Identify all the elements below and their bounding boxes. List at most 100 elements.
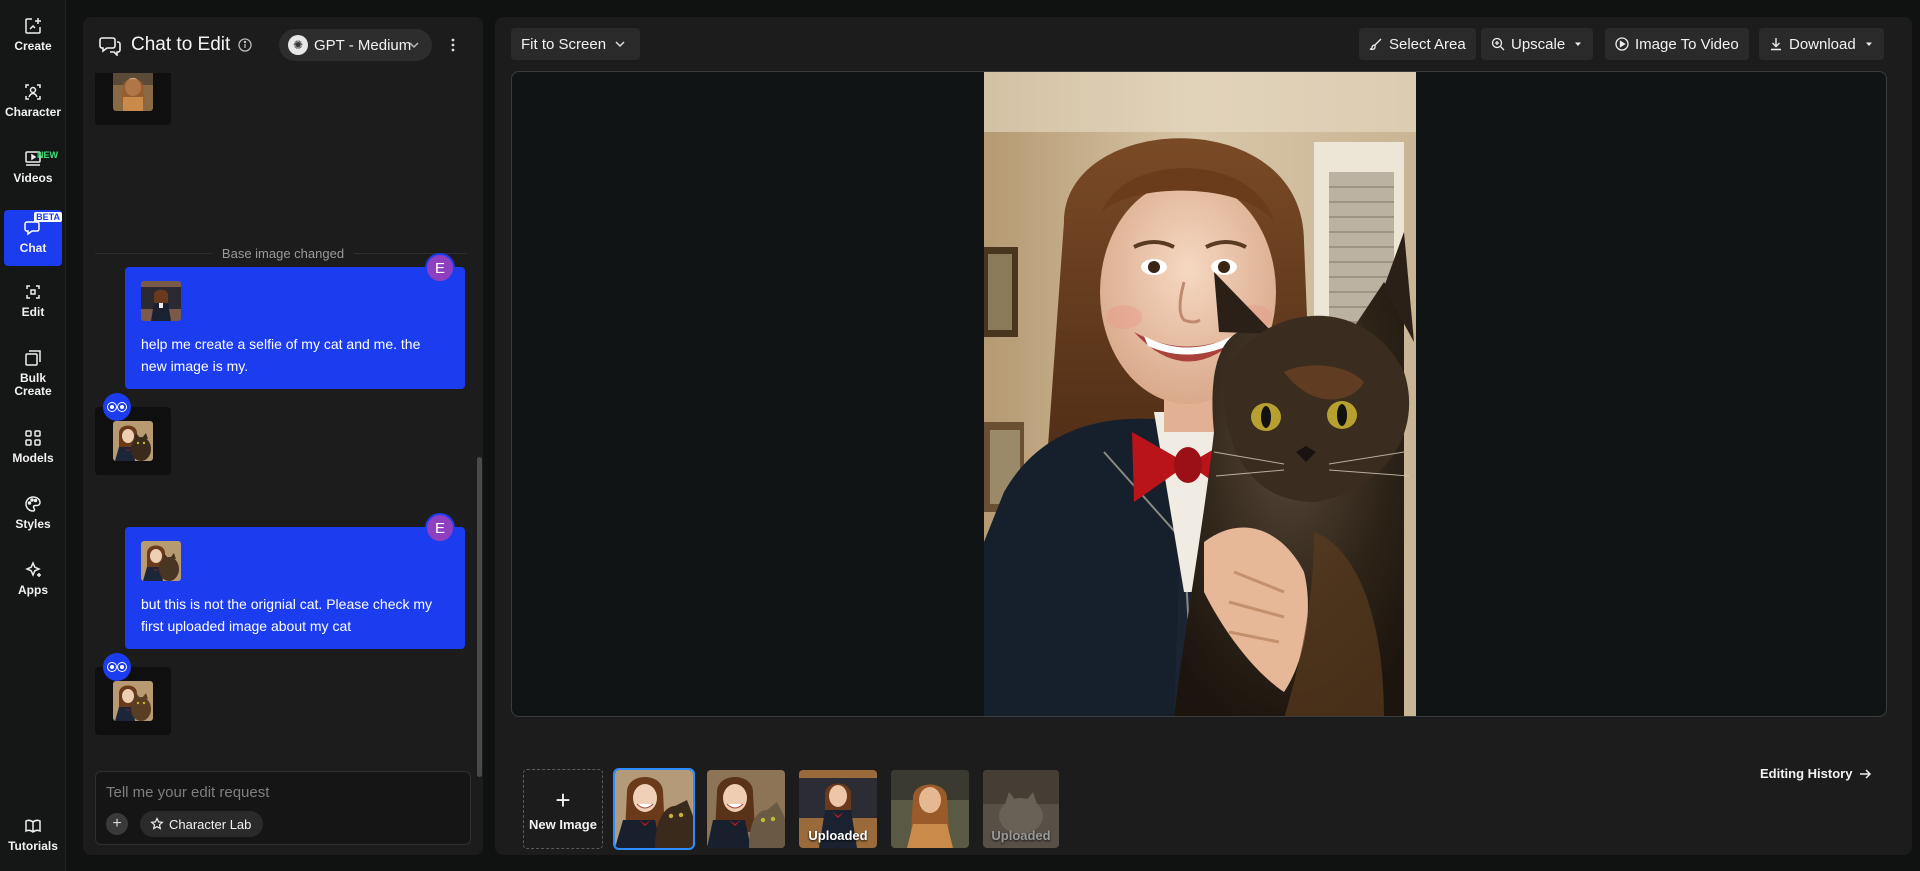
upscale-label: Upscale xyxy=(1511,35,1566,53)
bot-result-thumbnail[interactable] xyxy=(95,667,171,735)
uploaded-label: Uploaded xyxy=(808,828,868,843)
rail-chat[interactable]: BETA Chat xyxy=(4,210,62,266)
bulk-create-icon xyxy=(25,350,41,366)
selfie-girl-with-cat-image xyxy=(984,72,1416,716)
history-thumbnail[interactable] xyxy=(707,770,785,848)
brush-icon xyxy=(1369,38,1382,51)
new-image-button[interactable]: + New Image xyxy=(523,769,603,849)
rail-styles[interactable]: Styles xyxy=(4,494,62,531)
sparkle-icon xyxy=(25,561,41,577)
beta-badge: BETA xyxy=(34,212,62,222)
edit-request-input[interactable] xyxy=(106,782,456,802)
rail-edit-label: Edit xyxy=(21,305,45,319)
user-avatar: E xyxy=(425,513,455,543)
rail-apps-label: Apps xyxy=(18,583,48,597)
history-thumbnail-selected[interactable] xyxy=(613,768,695,850)
chat-input-box: + Character Lab xyxy=(95,771,471,845)
openai-logo-icon: ✺ xyxy=(288,35,308,55)
attached-image[interactable] xyxy=(141,541,181,581)
model-select[interactable]: ✺ GPT - Medium xyxy=(279,29,432,61)
chat-bubbles-icon xyxy=(99,37,121,56)
rail-models-label: Models xyxy=(12,451,54,465)
rail-apps[interactable]: Apps xyxy=(4,560,62,597)
uploaded-label: Uploaded xyxy=(991,828,1051,843)
zoom-in-icon xyxy=(1491,37,1505,51)
rail-videos[interactable]: NEW Videos xyxy=(4,148,62,185)
fit-to-screen-dropdown[interactable]: Fit to Screen xyxy=(511,28,641,60)
play-circle-icon xyxy=(1615,37,1629,51)
chat-panel: Chat to Edit ✺ GPT - Medium Base image c… xyxy=(83,17,483,855)
plus-icon: + xyxy=(112,815,122,832)
chat-header: Chat to Edit ✺ GPT - Medium xyxy=(83,17,483,73)
chevron-down-icon xyxy=(409,42,419,49)
fit-to-screen-label: Fit to Screen xyxy=(521,35,607,53)
rail-tutorials[interactable]: Tutorials xyxy=(4,816,62,853)
caret-down-icon xyxy=(1575,42,1582,46)
select-area-label: Select Area xyxy=(1389,35,1466,53)
arrow-right-icon xyxy=(1860,768,1872,779)
result-image xyxy=(113,421,153,461)
history-thumbnail[interactable] xyxy=(891,770,969,848)
user-message-text: but this is not the orignial cat. Please… xyxy=(141,596,433,634)
caret-down-icon xyxy=(1865,42,1872,46)
rail-chat-label: Chat xyxy=(19,241,47,255)
image-history-strip: + New Image Uploaded Uploaded Editing Hi… xyxy=(495,733,1912,850)
character-lab-label: Character Lab xyxy=(169,816,252,832)
editor-panel: Fit to Screen Select Area Upscale Image … xyxy=(495,17,1912,855)
rail-models[interactable]: Models xyxy=(4,428,62,465)
image-to-video-button[interactable]: Image To Video xyxy=(1605,28,1749,60)
more-options-icon[interactable] xyxy=(445,37,461,53)
bot-result-thumbnail[interactable] xyxy=(95,73,171,125)
rail-create-label: Create xyxy=(14,39,52,53)
result-image xyxy=(113,73,153,111)
chat-title: Chat to Edit xyxy=(131,34,231,55)
rail-bulk-create[interactable]: Bulk Create xyxy=(4,348,62,398)
edit-icon xyxy=(26,285,40,299)
bot-result-thumbnail[interactable] xyxy=(95,407,171,475)
new-badge: NEW xyxy=(37,150,58,160)
tutorials-icon xyxy=(25,819,41,833)
history-thumbnail-uploaded[interactable]: Uploaded xyxy=(983,770,1059,848)
download-icon xyxy=(1771,38,1781,51)
rail-videos-label: Videos xyxy=(13,171,53,185)
character-lab-button[interactable]: Character Lab xyxy=(140,811,264,837)
editing-history-link[interactable]: Editing History xyxy=(1760,766,1872,781)
model-select-label: GPT - Medium xyxy=(314,36,412,54)
upscale-dropdown[interactable]: Upscale xyxy=(1481,28,1594,60)
attached-image[interactable] xyxy=(141,281,181,321)
download-label: Download xyxy=(1789,35,1856,53)
chat-scrollbar[interactable] xyxy=(477,457,482,777)
palette-icon xyxy=(25,496,41,512)
history-thumbnail-uploaded[interactable]: Uploaded xyxy=(799,770,877,848)
app-root: Create Character NEW Videos BETA Chat Ed… xyxy=(0,0,1920,871)
new-image-label: New Image xyxy=(529,816,597,832)
rail-tutorials-label: Tutorials xyxy=(8,839,58,853)
image-to-video-label: Image To Video xyxy=(1635,35,1739,53)
left-rail: Create Character NEW Videos BETA Chat Ed… xyxy=(0,0,66,871)
rail-styles-label: Styles xyxy=(15,517,51,531)
base-image-changed-note: Base image changed xyxy=(83,246,483,261)
rail-edit[interactable]: Edit xyxy=(4,282,62,319)
info-icon[interactable] xyxy=(237,37,253,53)
character-icon xyxy=(25,84,41,100)
rail-character[interactable]: Character xyxy=(4,82,62,119)
select-area-button[interactable]: Select Area xyxy=(1359,28,1476,60)
editing-history-label: Editing History xyxy=(1760,766,1853,781)
download-dropdown[interactable]: Download xyxy=(1759,28,1884,60)
rail-create[interactable]: Create xyxy=(4,16,62,53)
create-icon xyxy=(25,18,41,34)
rail-bulk-create-label: Bulk Create xyxy=(14,371,52,398)
result-image xyxy=(113,681,153,721)
user-message: help me create a selfie of my cat and me… xyxy=(125,267,465,389)
image-canvas[interactable] xyxy=(511,71,1887,717)
chat-message-list: Base image changed help me create a self… xyxy=(83,73,483,773)
bot-avatar-icon xyxy=(103,653,131,681)
chevron-down-icon xyxy=(615,41,625,48)
attach-button[interactable]: + xyxy=(106,813,128,835)
star-icon xyxy=(150,817,164,830)
plus-icon: + xyxy=(555,784,571,815)
user-message-text: help me create a selfie of my cat and me… xyxy=(141,336,421,374)
user-message: but this is not the orignial cat. Please… xyxy=(125,527,465,649)
user-avatar: E xyxy=(425,253,455,283)
bot-avatar-icon xyxy=(103,393,131,421)
